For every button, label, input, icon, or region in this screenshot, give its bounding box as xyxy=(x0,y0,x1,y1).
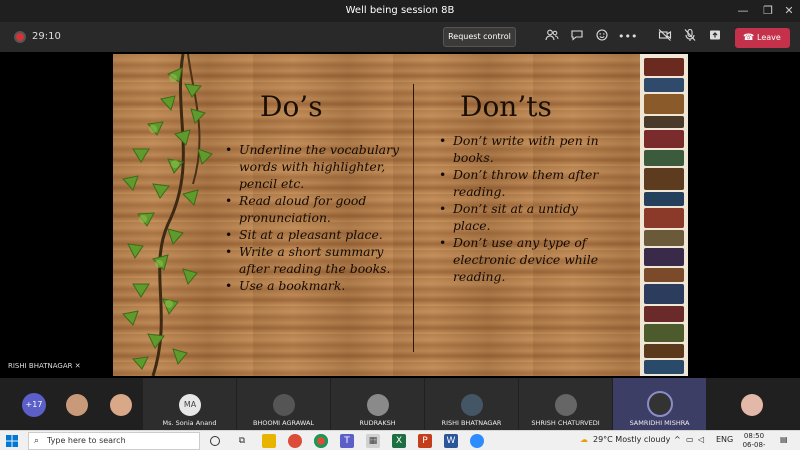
participant-tile[interactable]: SHRISH CHATURVEDI xyxy=(519,378,612,430)
participant-tile[interactable]: BHOOMI AGRAWAL xyxy=(237,378,330,430)
column-divider xyxy=(413,84,414,352)
participant-avatar xyxy=(647,391,673,417)
clock-date: 06-08-2021 xyxy=(742,441,766,449)
more-participants-button[interactable]: +17 xyxy=(22,393,46,417)
participant-tile[interactable]: RISHI BHATNAGAR xyxy=(425,378,518,430)
dos-item: Read aloud for good pronunciation. xyxy=(225,192,405,226)
donts-item: Don’t use any type of electronic device … xyxy=(439,234,619,285)
meeting-timer: 29:10 xyxy=(32,31,61,42)
phone-hangup-icon: ☎ xyxy=(743,33,755,43)
volume-icon[interactable]: ◁ xyxy=(698,435,704,444)
donts-item: Don’t throw them after reading. xyxy=(439,166,619,200)
participant-name: Ms. Sonia Anand xyxy=(162,419,217,427)
windows-start-icon[interactable] xyxy=(6,435,18,447)
mic-muted-icon: ✕ xyxy=(74,362,81,370)
presenter-label: RISHI BHATNAGAR ✕ xyxy=(8,362,81,370)
share-screen-icon[interactable] xyxy=(706,28,724,46)
chat-icon[interactable] xyxy=(568,28,586,46)
taskbar-search-box[interactable]: ⌕ Type here to search xyxy=(28,432,200,450)
close-icon[interactable]: ✕ xyxy=(776,0,800,22)
meeting-toolbar: 29:10 Request control ••• ☎ Leave xyxy=(0,22,800,52)
chrome-icon[interactable] xyxy=(314,434,328,448)
participant-name: RUDRAKSH xyxy=(359,419,396,427)
teams-meeting-window: Well being session 8B — ❐ ✕ 29:10 Reques… xyxy=(0,0,800,450)
participant-name: SHRISH CHATURVEDI xyxy=(531,419,600,427)
search-placeholder: Type here to search xyxy=(47,436,126,445)
participant-tile-active-speaker[interactable]: SAMRIDHI MISHRA xyxy=(613,378,706,430)
participant-avatar xyxy=(555,394,577,416)
shared-screen-stage: Do’s Don’ts Underline the vocabulary wor… xyxy=(0,52,800,378)
participant-avatar[interactable] xyxy=(110,394,132,416)
recording-icon xyxy=(16,33,24,41)
tray-chevron-icon[interactable]: ^ xyxy=(674,435,681,444)
self-view-avatar[interactable] xyxy=(741,394,763,416)
participants-strip: +17 MA Ms. Sonia Anand BHOOMI AGRAWAL RU… xyxy=(0,378,800,430)
bookshelf-decoration xyxy=(640,54,688,376)
powerpoint-icon[interactable]: P xyxy=(418,434,432,448)
word-icon[interactable]: W xyxy=(444,434,458,448)
minimize-icon[interactable]: — xyxy=(730,0,756,22)
participant-avatar[interactable] xyxy=(66,394,88,416)
network-icon[interactable]: ▭ xyxy=(686,435,694,444)
donts-item: Don’t sit at a untidy place. xyxy=(439,200,619,234)
dos-item: Write a short summary after reading the … xyxy=(225,243,405,277)
participant-tile[interactable]: MA Ms. Sonia Anand xyxy=(143,378,236,430)
mic-off-icon[interactable] xyxy=(681,28,699,46)
windows-taskbar: ⌕ Type here to search ⧉ T ▦ X P W ☁ 29°C… xyxy=(0,430,800,450)
window-title: Well being session 8B xyxy=(345,5,455,16)
participants-icon[interactable] xyxy=(543,28,561,46)
more-options-icon[interactable]: ••• xyxy=(618,28,637,46)
dos-item: Underline the vocabulary words with high… xyxy=(225,141,405,192)
system-clock[interactable]: 08:50 06-08-2021 xyxy=(736,432,772,450)
excel-icon[interactable]: X xyxy=(392,434,406,448)
teams-icon[interactable]: T xyxy=(340,434,354,448)
zoom-icon[interactable] xyxy=(470,434,484,448)
chrome-icon[interactable] xyxy=(288,434,302,448)
clock-time: 08:50 xyxy=(743,432,765,440)
dos-list: Underline the vocabulary words with high… xyxy=(225,141,405,294)
donts-item: Don’t write with pen in books. xyxy=(439,132,619,166)
dos-item: Sit at a pleasant place. xyxy=(225,226,405,243)
participant-avatar xyxy=(367,394,389,416)
weather-icon: ☁ xyxy=(580,435,588,444)
task-view-icon[interactable]: ⧉ xyxy=(235,434,249,448)
participant-avatar xyxy=(273,394,295,416)
participant-avatar xyxy=(461,394,483,416)
presenter-name: RISHI BHATNAGAR xyxy=(8,362,73,370)
leave-label: Leave xyxy=(757,33,781,42)
language-indicator[interactable]: ENG xyxy=(716,435,733,444)
leave-button[interactable]: ☎ Leave xyxy=(735,28,790,48)
participant-name: BHOOMI AGRAWAL xyxy=(252,419,315,427)
camera-off-icon[interactable] xyxy=(656,28,674,46)
notifications-icon[interactable]: ▤ xyxy=(780,435,788,444)
presentation-slide: Do’s Don’ts Underline the vocabulary wor… xyxy=(113,54,688,376)
participant-name: SAMRIDHI MISHRA xyxy=(629,419,690,427)
search-icon: ⌕ xyxy=(34,436,40,446)
weather-text[interactable]: 29°C Mostly cloudy xyxy=(593,435,670,444)
donts-heading: Don’ts xyxy=(460,90,552,123)
participant-tile[interactable]: RUDRAKSH xyxy=(331,378,424,430)
ivy-decoration-icon xyxy=(122,54,213,376)
file-explorer-icon[interactable] xyxy=(262,434,276,448)
request-control-button[interactable]: Request control xyxy=(443,27,516,47)
reactions-icon[interactable] xyxy=(593,28,611,46)
calculator-icon[interactable]: ▦ xyxy=(366,434,380,448)
title-bar: Well being session 8B — ❐ ✕ xyxy=(0,0,800,22)
dos-heading: Do’s xyxy=(260,90,323,123)
cortana-icon[interactable] xyxy=(210,436,220,446)
participant-name: RISHI BHATNAGAR xyxy=(441,419,502,427)
participant-initials-avatar: MA xyxy=(179,394,201,416)
dos-item: Use a bookmark. xyxy=(225,277,405,294)
donts-list: Don’t write with pen in books. Don’t thr… xyxy=(439,132,619,285)
